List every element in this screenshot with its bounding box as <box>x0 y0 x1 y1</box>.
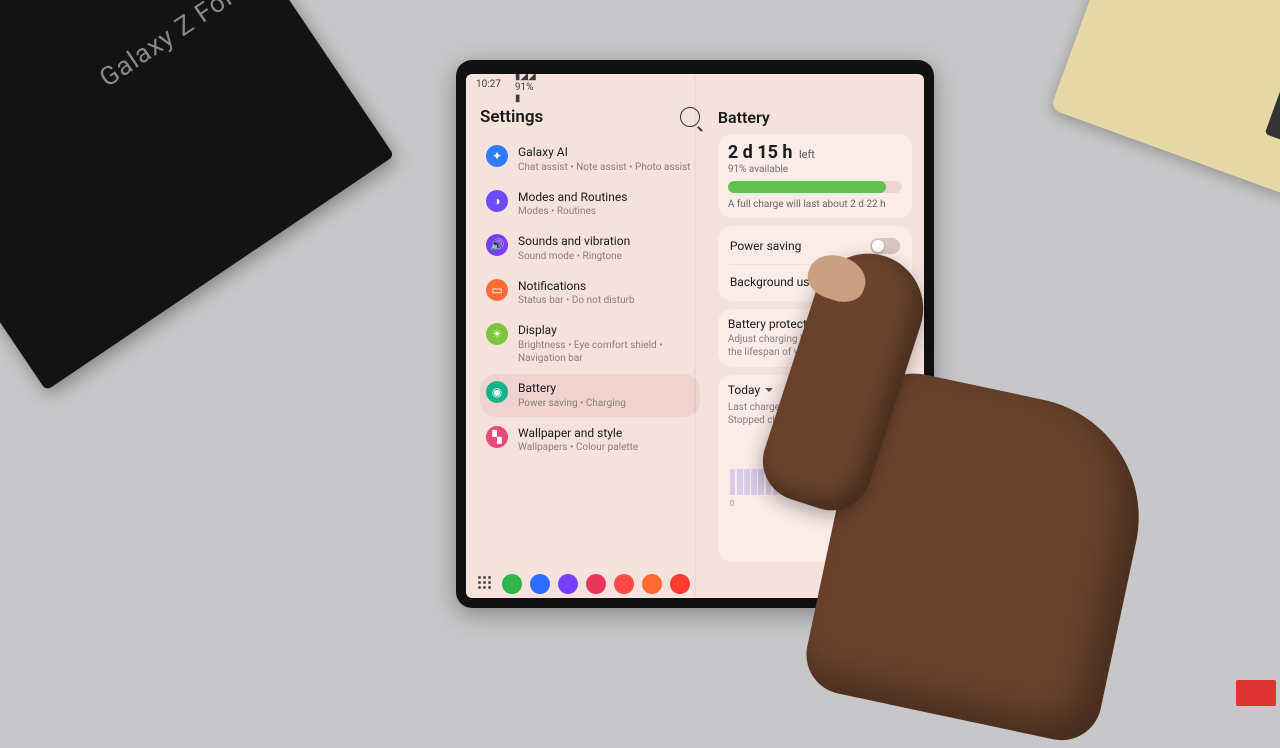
chart-x-axis: 0612 <box>728 499 902 508</box>
battery-protection-card[interactable]: Battery protection Adjust charging behav… <box>718 309 912 367</box>
product-box <box>0 0 394 391</box>
chart-bar <box>744 469 750 495</box>
item-subtitle: Wallpapers • Colour palette <box>518 441 694 454</box>
item-title: Display <box>518 323 694 339</box>
battery-protection-title: Battery protection <box>728 317 902 331</box>
taskbar-app-icon[interactable] <box>586 574 606 594</box>
nav-recents[interactable]: ||| <box>844 577 850 591</box>
chart-marker: 9:33 <box>793 427 811 435</box>
item-title: Sounds and vibration <box>518 234 694 250</box>
nav-home[interactable] <box>872 577 886 591</box>
item-title: Notifications <box>518 279 694 295</box>
pinned-apps <box>502 574 690 594</box>
page-title: Battery <box>718 100 912 134</box>
settings-title: Settings <box>480 107 543 127</box>
period-label: Today <box>728 383 760 397</box>
item-title: Galaxy AI <box>518 145 694 161</box>
app-drawer-icon[interactable] <box>478 576 494 592</box>
taskbar-app-icon[interactable] <box>670 574 690 594</box>
wooden-clamp <box>1050 0 1280 198</box>
chart-bar <box>751 469 757 495</box>
power-saving-toggle[interactable] <box>870 238 900 254</box>
item-subtitle: Power saving • Charging <box>518 397 694 410</box>
sidebar-item-display[interactable]: ☀ DisplayBrightness • Eye comfort shield … <box>480 316 700 372</box>
power-saving-label: Power saving <box>730 239 802 253</box>
status-time: 10:27 <box>476 79 501 90</box>
chart-bar <box>809 457 815 495</box>
chart-bar <box>737 469 743 495</box>
power-options-card: Power saving Background usage limits <box>718 226 912 301</box>
taskbar-apps <box>478 574 690 594</box>
taskbar-app-icon[interactable] <box>558 574 578 594</box>
chart-bar <box>780 462 786 495</box>
chart-bar <box>766 467 772 495</box>
nav-bar: ||| ‹ <box>844 576 912 592</box>
item-icon: 🔊 <box>486 234 508 256</box>
item-icon: ◉ <box>486 381 508 403</box>
item-subtitle: Sound mode • Ringtone <box>518 250 694 263</box>
sidebar-item-sounds-and-vibration[interactable]: 🔊 Sounds and vibrationSound mode • Ringto… <box>480 227 700 270</box>
battery-protection-sub: Adjust charging behaviour to extend the … <box>728 333 902 359</box>
tablet-frame: 10:27 ▮◢◢ 91% ▮ Settings ✦Galaxy AIChat … <box>456 60 934 608</box>
item-icon: ◑ <box>486 190 508 212</box>
sidebar-item-galaxy-ai[interactable]: ✦ Galaxy AIChat assist • Note assist • Ph… <box>480 138 700 181</box>
item-subtitle: Brightness • Eye comfort shield • Naviga… <box>518 339 694 365</box>
search-icon[interactable] <box>680 107 700 127</box>
stopped-charging: Stopped charging 15 m ago <box>728 414 902 427</box>
usage-chart-card[interactable]: Today Last charged to 93% Stopped chargi… <box>718 375 912 562</box>
watermark <box>1236 680 1276 706</box>
item-subtitle: Status bar • Do not disturb <box>518 294 694 307</box>
fold-hinge <box>694 74 696 598</box>
time-left: 2 d 15 h left <box>728 142 902 163</box>
item-title: Modes and Routines <box>518 190 694 206</box>
sidebar-item-wallpaper-and-style[interactable]: ▚ Wallpaper and styleWallpapers • Colour … <box>480 419 700 462</box>
item-icon: ✦ <box>486 145 508 167</box>
item-icon: ▚ <box>486 426 508 448</box>
power-saving-row[interactable]: Power saving <box>728 228 902 264</box>
settings-list: ✦ Galaxy AIChat assist • Note assist • Ph… <box>480 138 700 461</box>
sidebar-item-battery[interactable]: ◉ BatteryPower saving • Charging <box>480 374 700 417</box>
item-subtitle: Modes • Routines <box>518 205 694 218</box>
item-title: Battery <box>518 381 694 397</box>
status-signal-icon: ▮◢◢ <box>515 74 902 82</box>
taskbar-app-icon[interactable] <box>502 574 522 594</box>
time-left-label: left <box>799 148 815 161</box>
full-charge-note: A full charge will last about 2 d 22 h <box>728 199 902 210</box>
battery-available: 91% available <box>728 164 902 175</box>
bg-usage-row[interactable]: Background usage limits <box>728 265 902 299</box>
chart-bar <box>758 469 764 495</box>
chart-bar <box>773 464 779 495</box>
battery-bar <box>728 181 902 193</box>
nav-back[interactable]: ‹ <box>908 576 912 592</box>
time-left-value: 2 d 15 h <box>728 142 793 163</box>
item-icon: ☀ <box>486 323 508 345</box>
period-dropdown[interactable]: Today <box>728 383 902 397</box>
chart-bar <box>730 469 736 495</box>
sidebar-item-modes-and-routines[interactable]: ◑ Modes and RoutinesModes • Routines <box>480 183 700 226</box>
battery-chart: 9:33 <box>728 427 902 499</box>
taskbar-app-icon[interactable] <box>614 574 634 594</box>
item-subtitle: Chat assist • Note assist • Photo assist <box>518 161 694 174</box>
taskbar-app-icon[interactable] <box>642 574 662 594</box>
taskbar-app-icon[interactable] <box>530 574 550 594</box>
chart-bar <box>787 459 793 495</box>
sidebar-item-notifications[interactable]: ▭ NotificationsStatus bar • Do not distur… <box>480 272 700 315</box>
battery-bar-fill <box>728 181 886 193</box>
bg-usage-label: Background usage limits <box>730 275 862 289</box>
last-charged: Last charged to 93% <box>728 401 902 414</box>
chart-bar <box>801 437 807 495</box>
item-icon: ▭ <box>486 279 508 301</box>
battery-summary-card[interactable]: 2 d 15 h left 91% available A full charg… <box>718 134 912 218</box>
item-title: Wallpaper and style <box>518 426 694 442</box>
status-battery-percent: 91% <box>515 82 902 93</box>
screen: 10:27 ▮◢◢ 91% ▮ Settings ✦Galaxy AIChat … <box>466 74 924 598</box>
chart-bar <box>794 435 800 495</box>
